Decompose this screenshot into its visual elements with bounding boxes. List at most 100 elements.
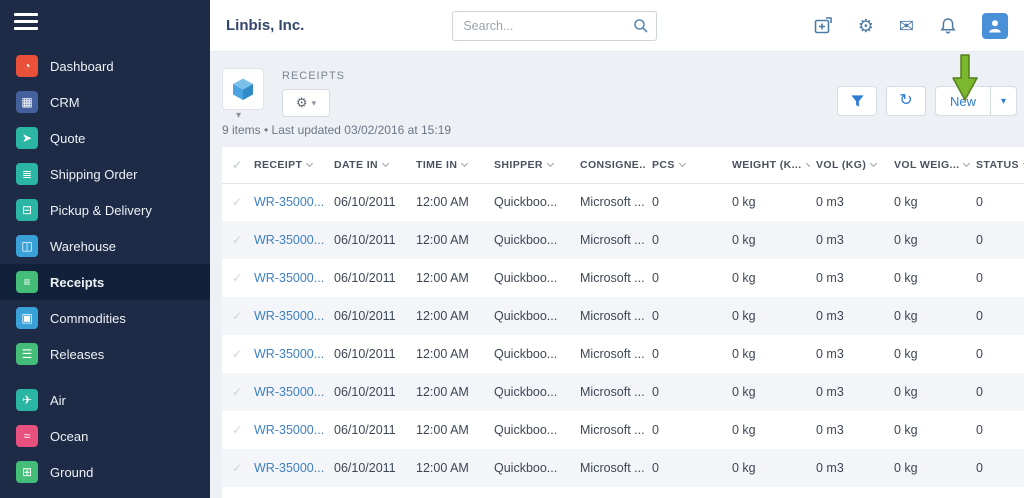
sidebar-item-label: Releases [50, 347, 104, 362]
row-check-icon[interactable]: ✓ [222, 449, 248, 487]
column-header-status[interactable]: STATUS [970, 147, 1024, 183]
sidebar-item-releases[interactable]: ☰ Releases [0, 336, 210, 372]
new-dropdown-button[interactable]: ▾ [991, 86, 1017, 116]
table-row[interactable]: ✓WR-35000...06/10/201112:00 AMQuickboo..… [222, 487, 1024, 498]
row-check-icon[interactable]: ✓ [222, 259, 248, 297]
table-row[interactable]: ✓WR-35000...06/10/201112:00 AMQuickboo..… [222, 335, 1024, 373]
warehouse-module-icon[interactable] [222, 68, 264, 110]
filter-button[interactable] [837, 86, 877, 116]
row-check-icon[interactable]: ✓ [222, 335, 248, 373]
search-icon[interactable] [633, 18, 649, 34]
cell: Quickboo... [488, 335, 574, 373]
cell: 0 m3 [810, 221, 888, 259]
sidebar-item-crm[interactable]: ▦ CRM [0, 84, 210, 120]
pickup-delivery-icon: ⊟ [16, 199, 38, 221]
receipt-link[interactable]: WR-35000... [248, 297, 328, 335]
sidebar-item-receipts[interactable]: ≡ Receipts [0, 264, 210, 300]
cell: Quickboo... [488, 411, 574, 449]
cell: Quickboo... [488, 297, 574, 335]
topbar-icons: ⚙ ✉ [814, 13, 1008, 39]
column-header-vol-kg-[interactable]: VOL (KG) [810, 147, 888, 183]
cell: Quickboo... [488, 449, 574, 487]
column-header-receipt[interactable]: RECEIPT [248, 147, 328, 183]
cell: 0 kg [726, 259, 810, 297]
cell: 0 [970, 335, 1024, 373]
cell: 12:00 AM [410, 183, 488, 221]
cell: 0 m3 [810, 373, 888, 411]
cell: 0 kg [726, 373, 810, 411]
cell: 0 m3 [810, 297, 888, 335]
table-row[interactable]: ✓WR-35000...06/10/201112:00 AMQuickboo..… [222, 411, 1024, 449]
table-row[interactable]: ✓WR-35000...06/10/201112:00 AMQuickboo..… [222, 297, 1024, 335]
row-check-icon[interactable]: ✓ [222, 373, 248, 411]
bell-icon[interactable] [939, 17, 957, 35]
column-header-date-in[interactable]: DATE IN [328, 147, 410, 183]
cell: 0 kg [726, 449, 810, 487]
sidebar-item-dashboard[interactable]: ◔ Dashboard [0, 48, 210, 84]
receipt-link[interactable]: WR-35000... [248, 221, 328, 259]
cell: Microsoft ... [574, 373, 646, 411]
new-button[interactable]: New [935, 86, 991, 116]
menu-icon[interactable] [0, 0, 52, 38]
receipt-link[interactable]: WR-35000... [248, 411, 328, 449]
user-avatar[interactable] [982, 13, 1008, 39]
column-header-pcs[interactable]: PCS [646, 147, 726, 183]
table-row[interactable]: ✓WR-35000...06/10/201112:00 AMQuickboo..… [222, 449, 1024, 487]
cell: 0 kg [888, 335, 970, 373]
row-check-icon[interactable]: ✓ [222, 297, 248, 335]
sort-caret-icon [963, 160, 970, 167]
column-header-weight-k-[interactable]: WEIGHT (K... [726, 147, 810, 183]
company-name: Linbis, Inc. [226, 17, 304, 34]
crm-icon: ▦ [16, 91, 38, 113]
receipt-link[interactable]: WR-35000... [248, 335, 328, 373]
sidebar-item-air[interactable]: ✈ Air [0, 382, 210, 418]
row-check-icon[interactable]: ✓ [222, 487, 248, 498]
cell: Microsoft ... [574, 411, 646, 449]
module-caret-icon[interactable]: ▾ [236, 110, 241, 121]
receipt-link[interactable]: WR-35000... [248, 259, 328, 297]
row-check-icon[interactable]: ✓ [222, 411, 248, 449]
gear-icon[interactable]: ⚙ [858, 17, 874, 35]
add-window-icon[interactable] [814, 16, 833, 35]
list-settings-button[interactable]: ⚙ ▾ [282, 89, 330, 117]
cell: 0 kg [888, 449, 970, 487]
sidebar-item-quote[interactable]: ➤ Quote [0, 120, 210, 156]
sidebar-item-pickup-delivery[interactable]: ⊟ Pickup & Delivery [0, 192, 210, 228]
table-row[interactable]: ✓WR-35000...06/10/201112:00 AMQuickboo..… [222, 259, 1024, 297]
table-row[interactable]: ✓WR-35000...06/10/201112:00 AMQuickboo..… [222, 221, 1024, 259]
table-row[interactable]: ✓WR-35000...06/10/201112:00 AMQuickboo..… [222, 373, 1024, 411]
column-header-vol-weig-[interactable]: VOL WEIG... [888, 147, 970, 183]
sidebar-item-ocean[interactable]: ≈ Ocean [0, 418, 210, 454]
cell: 0 kg [888, 221, 970, 259]
table-row[interactable]: ✓WR-35000...06/10/201112:00 AMQuickboo..… [222, 183, 1024, 221]
mail-icon[interactable]: ✉ [899, 17, 914, 35]
sidebar-item-ground[interactable]: ⊞ Ground [0, 454, 210, 490]
select-all-check-icon[interactable]: ✓ [222, 147, 248, 183]
cell: 0 [970, 183, 1024, 221]
content: ▾ RECEIPTS ⚙ ▾ ↻ [210, 52, 1024, 498]
row-check-icon[interactable]: ✓ [222, 183, 248, 221]
sidebar-item-label: CRM [50, 95, 80, 110]
sidebar-item-warehouse[interactable]: ◫ Warehouse [0, 228, 210, 264]
sidebar-item-commodities[interactable]: ▣ Commodities [0, 300, 210, 336]
table-body: ✓WR-35000...06/10/201112:00 AMQuickboo..… [222, 183, 1024, 498]
row-check-icon[interactable]: ✓ [222, 221, 248, 259]
quote-icon: ➤ [16, 127, 38, 149]
sidebar: ◔ Dashboard ▦ CRM ➤ Quote ≣ Shipping Ord… [0, 0, 210, 498]
column-header-consigne-[interactable]: CONSIGNE... [574, 147, 646, 183]
cell: Microsoft ... [574, 487, 646, 498]
receipt-link[interactable]: WR-35000... [248, 449, 328, 487]
receipt-link[interactable]: WR-35000... [248, 487, 328, 498]
cell: 12:00 AM [410, 373, 488, 411]
search-input[interactable] [452, 11, 657, 41]
cell: 0 kg [888, 183, 970, 221]
sort-caret-icon [382, 160, 389, 167]
column-header-time-in[interactable]: TIME IN [410, 147, 488, 183]
receipt-link[interactable]: WR-35000... [248, 183, 328, 221]
cell: 0 m3 [810, 487, 888, 498]
sidebar-item-shipping-order[interactable]: ≣ Shipping Order [0, 156, 210, 192]
releases-icon: ☰ [16, 343, 38, 365]
receipt-link[interactable]: WR-35000... [248, 373, 328, 411]
column-header-shipper[interactable]: SHIPPER [488, 147, 574, 183]
refresh-button[interactable]: ↻ [886, 86, 926, 116]
